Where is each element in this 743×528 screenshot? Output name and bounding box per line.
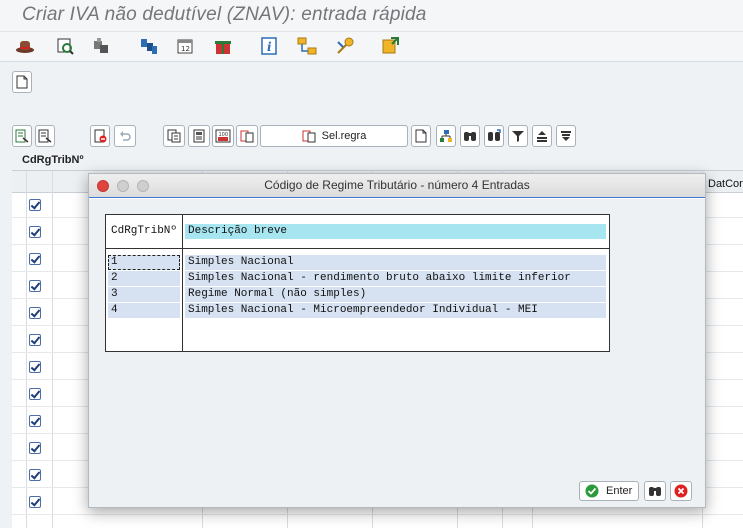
new-entry-button[interactable] bbox=[411, 125, 431, 147]
info-icon[interactable]: i bbox=[258, 35, 280, 57]
structure-icon[interactable] bbox=[138, 35, 160, 57]
row-checkbox[interactable] bbox=[29, 253, 41, 265]
dialog-titlebar: Código de Regime Tributário - número 4 E… bbox=[89, 174, 705, 198]
dialog-body: CdRgTribNº Descrição breve 1 Simples Nac… bbox=[89, 199, 705, 507]
sort-ascending-button[interactable] bbox=[532, 125, 552, 147]
row-checkbox[interactable] bbox=[29, 388, 41, 400]
svg-text:12: 12 bbox=[181, 45, 190, 53]
hierarchy-icon bbox=[440, 130, 452, 142]
window-title: Criar IVA não dedutível (ZNAV): entrada … bbox=[22, 4, 427, 25]
document-icon bbox=[16, 75, 28, 89]
column-header-key[interactable]: CdRgTribNº bbox=[108, 224, 180, 239]
cancel-icon bbox=[674, 484, 688, 498]
select-all-icon bbox=[15, 129, 29, 143]
list-item-key[interactable]: 4 bbox=[108, 303, 180, 318]
row-checkbox[interactable] bbox=[29, 307, 41, 319]
deselect-all-button[interactable] bbox=[35, 125, 55, 147]
sort-descending-button[interactable] bbox=[556, 125, 576, 147]
column-header-description[interactable]: Descrição breve bbox=[185, 224, 606, 239]
sort-descending-icon bbox=[561, 131, 571, 141]
deselect-all-icon bbox=[38, 129, 52, 143]
svg-text:i: i bbox=[267, 40, 272, 54]
list-item-description[interactable]: Simples Nacional bbox=[185, 255, 606, 270]
find-next-button[interactable] bbox=[484, 125, 504, 147]
selection-rule-icon bbox=[302, 130, 316, 143]
list-item-description[interactable]: Regime Normal (não simples) bbox=[185, 287, 606, 302]
list-item-description[interactable]: Simples Nacional - rendimento bruto abai… bbox=[185, 271, 606, 286]
hierarchy-button[interactable] bbox=[436, 125, 456, 147]
calculator-button[interactable]: 100 bbox=[212, 125, 234, 147]
list-item-key[interactable]: 3 bbox=[108, 287, 180, 302]
compare-icon bbox=[240, 130, 254, 143]
dialog-title: Código de Regime Tributário - número 4 E… bbox=[264, 178, 530, 192]
filter-icon bbox=[512, 131, 524, 142]
row-checkbox[interactable] bbox=[29, 361, 41, 373]
enter-label: Enter bbox=[606, 485, 633, 497]
selection-rule-label: Sel.regra bbox=[321, 130, 367, 142]
list-item-description[interactable]: Simples Nacional - Microempreendedor Ind… bbox=[185, 303, 606, 318]
details-button[interactable] bbox=[188, 125, 210, 147]
calculator-icon: 100 bbox=[215, 129, 231, 143]
row-checkbox[interactable] bbox=[29, 469, 41, 481]
key-icon[interactable] bbox=[334, 35, 356, 57]
copy-rows-icon bbox=[167, 129, 181, 143]
binoculars-icon bbox=[464, 132, 476, 141]
delete-row-button[interactable] bbox=[90, 125, 110, 147]
gift-icon[interactable] bbox=[212, 35, 234, 57]
row-checkbox[interactable] bbox=[29, 334, 41, 346]
flow-icon[interactable] bbox=[296, 35, 318, 57]
cancel-button[interactable] bbox=[670, 481, 692, 501]
details-icon bbox=[193, 129, 205, 143]
value-help-dialog: Código de Regime Tributário - número 4 E… bbox=[88, 173, 706, 508]
search-button[interactable] bbox=[644, 481, 666, 501]
enter-button[interactable]: Enter bbox=[579, 481, 639, 501]
row-checkbox[interactable] bbox=[29, 226, 41, 238]
value-list: CdRgTribNº Descrição breve 1 Simples Nac… bbox=[105, 214, 610, 352]
sort-ascending-icon bbox=[537, 131, 547, 142]
undo-button[interactable] bbox=[114, 125, 136, 147]
list-item-key[interactable]: 1 bbox=[108, 255, 180, 270]
row-checkbox[interactable] bbox=[29, 199, 41, 211]
row-checkbox[interactable] bbox=[29, 496, 41, 508]
field-label: CdRgTribNº bbox=[22, 154, 84, 166]
row-checkbox[interactable] bbox=[29, 280, 41, 292]
row-checkbox[interactable] bbox=[29, 415, 41, 427]
compare-button[interactable] bbox=[236, 125, 258, 147]
row-checkbox[interactable] bbox=[29, 442, 41, 454]
filter-button[interactable] bbox=[508, 125, 528, 147]
find-button[interactable] bbox=[460, 125, 480, 147]
find-next-icon bbox=[488, 129, 501, 141]
calendar-icon[interactable]: 12 bbox=[174, 35, 196, 57]
transport-icon[interactable] bbox=[90, 35, 112, 57]
app-toolbar: 12 i bbox=[0, 32, 743, 62]
binoculars-icon bbox=[649, 487, 661, 496]
select-all-button[interactable] bbox=[12, 125, 32, 147]
find-icon[interactable] bbox=[54, 35, 76, 57]
copy-rows-button[interactable] bbox=[163, 125, 185, 147]
selection-rule-button[interactable]: Sel.regra bbox=[260, 125, 408, 147]
new-entry-icon bbox=[415, 129, 427, 143]
new-document-button[interactable] bbox=[12, 71, 32, 93]
svg-text:100: 100 bbox=[219, 132, 229, 138]
delete-icon bbox=[94, 129, 107, 143]
title-bar: Criar IVA não dedutível (ZNAV): entrada … bbox=[0, 0, 743, 32]
list-item-key[interactable]: 2 bbox=[108, 271, 180, 286]
column-header-datcor: DatCor bbox=[708, 178, 743, 190]
transfer-icon[interactable] bbox=[380, 35, 402, 57]
hat-icon[interactable] bbox=[14, 35, 36, 57]
undo-icon bbox=[120, 131, 131, 141]
checkmark-icon bbox=[585, 484, 599, 498]
